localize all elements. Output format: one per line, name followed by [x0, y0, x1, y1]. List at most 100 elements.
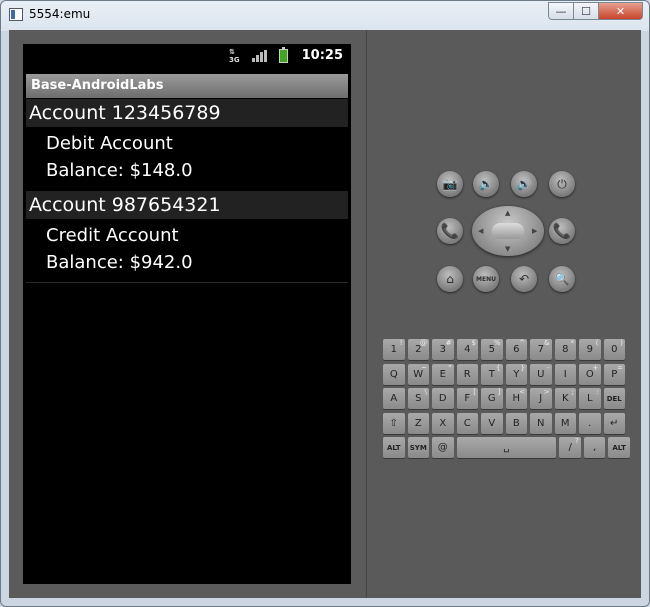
keyboard-key[interactable]: Q [383, 363, 405, 385]
volume-up-button[interactable]: 🔊 [511, 171, 537, 197]
home-button[interactable]: ⌂ [437, 266, 463, 292]
account-type: Credit Account [46, 225, 179, 246]
account-balance: Balance: $148.0 [46, 160, 193, 181]
keyboard-key[interactable]: T{ [481, 363, 503, 385]
account-header[interactable]: Account 123456789 [26, 99, 348, 127]
keyboard-key[interactable]: ␣ [456, 437, 557, 458]
power-button[interactable]: ⏻ [549, 171, 575, 197]
camera-button[interactable]: 📷 [437, 171, 463, 197]
keyboard-key[interactable]: 9( [579, 339, 601, 360]
dpad[interactable]: ▲ ▼ ◀ ▶ [472, 206, 544, 256]
keyboard-key[interactable]: 5% [481, 339, 503, 360]
keyboard-key[interactable]: Y} [505, 363, 527, 385]
dpad-up-arrow-icon: ▲ [505, 209, 511, 217]
keyboard-key[interactable]: DEL [603, 388, 625, 409]
keyboard-key[interactable]: K; [554, 388, 576, 409]
volume-down-button[interactable]: 🔉 [473, 171, 499, 197]
key-alt-label: ^ [519, 339, 525, 347]
keyboard-key[interactable]: ↵ [603, 412, 625, 434]
network-activity-icon: ⇅ [229, 48, 235, 56]
home-icon: ⌂ [446, 272, 454, 286]
maximize-button[interactable]: ☐ [574, 2, 599, 20]
key-alt-label: - [546, 363, 550, 372]
keyboard-key[interactable]: L: [579, 388, 601, 409]
status-clock: 10:25 [301, 48, 343, 63]
keyboard-key[interactable]: U- [530, 363, 552, 385]
keyboard-key[interactable]: E " [432, 363, 454, 385]
list-divider [26, 282, 348, 283]
keyboard-key[interactable]: M [554, 412, 576, 434]
keyboard-key[interactable]: D [432, 388, 454, 409]
key-alt-label: < [519, 388, 525, 396]
keyboard-key[interactable]: I [554, 363, 576, 385]
keyboard-key[interactable]: A [383, 388, 405, 409]
keyboard-key[interactable]: . [579, 412, 601, 434]
keyboard-key[interactable]: 8 * [554, 339, 576, 360]
menu-button[interactable]: MENU [473, 266, 499, 292]
keyboard-key[interactable]: W ~ [407, 363, 429, 385]
key-alt-label: } [520, 363, 525, 372]
keyboard-key[interactable]: 0) [603, 339, 625, 360]
app-icon [9, 8, 23, 21]
keyboard-key[interactable]: J > [530, 388, 552, 409]
key-alt-label: $ [471, 339, 476, 347]
dpad-center-button[interactable] [492, 223, 524, 239]
keyboard-key[interactable]: F[ [456, 388, 478, 409]
key-label: @ [437, 442, 448, 453]
key-alt-label: > [543, 388, 550, 396]
end-call-button[interactable]: 📞 [549, 218, 575, 244]
key-alt-label: { [496, 363, 501, 372]
keyboard-key[interactable]: ALT [608, 437, 630, 458]
device-screen[interactable]: ⇅ 3G 10:25 Base-AndroidLabs Account 1234… [23, 44, 351, 584]
keyboard-key[interactable]: ALT [383, 437, 405, 458]
key-alt-label: # [445, 339, 452, 347]
keyboard-key[interactable]: ⇧ [383, 412, 405, 434]
keyboard-key[interactable]: , [583, 437, 606, 458]
keyboard-key[interactable]: N [530, 412, 552, 434]
call-button[interactable]: 📞 [437, 218, 463, 244]
account-header[interactable]: Account 987654321 [26, 191, 348, 219]
key-label: B [512, 417, 520, 429]
phone-icon: 📞 [440, 222, 460, 240]
keyboard-key[interactable]: O + [579, 363, 601, 385]
keyboard-key[interactable]: 1! [383, 339, 405, 360]
keyboard-key[interactable]: C [456, 412, 478, 434]
keyboard-key[interactable]: V [481, 412, 503, 434]
dpad-right-arrow-icon: ▶ [532, 227, 538, 235]
key-alt-label: ~ [421, 363, 427, 372]
keyboard-key[interactable]: SYM [407, 437, 429, 458]
key-label: U [537, 368, 545, 380]
hardware-keyboard: 1! 2 @3 #4 $5% 6 ^ 7 & 8 * 9(0) Q W ~ E " R T{Y} U - I O + P = A S \… [383, 339, 630, 459]
keyboard-key[interactable]: @ [432, 437, 454, 458]
keyboard-key[interactable]: 3 # [432, 339, 454, 360]
key-alt-label: ; [571, 388, 574, 396]
keyboard-key[interactable]: 7 & [530, 339, 552, 360]
minimize-button[interactable]: — [548, 2, 574, 20]
app-title-bar: Base-AndroidLabs [26, 74, 348, 98]
keyboard-key[interactable]: P = [603, 363, 625, 385]
key-label: ↵ [610, 417, 619, 429]
key-label: 0 [611, 344, 618, 355]
back-button[interactable]: ↶ [511, 266, 537, 292]
keyboard-key[interactable]: X [432, 412, 454, 434]
keyboard-key[interactable]: G] [481, 388, 503, 409]
keyboard-key[interactable]: 6 ^ [505, 339, 527, 360]
keyboard-key[interactable]: H < [505, 388, 527, 409]
device-frame: ⇅ 3G 10:25 Base-AndroidLabs Account 1234… [9, 30, 366, 598]
close-button[interactable]: ✕ [599, 2, 643, 20]
key-alt-label: : [596, 388, 599, 396]
key-alt-label: [ [473, 388, 476, 396]
keyboard-key[interactable]: 2 @ [407, 339, 429, 360]
keyboard-key[interactable]: 4 $ [456, 339, 478, 360]
key-label: SYM [409, 443, 427, 452]
keyboard-key[interactable]: Z [407, 412, 429, 434]
search-button[interactable]: 🔍 [549, 266, 575, 292]
key-label: E [439, 368, 446, 380]
keyboard-key[interactable]: /? [559, 437, 581, 458]
title-bar[interactable]: 5554:emu — ☐ ✕ [1, 1, 649, 29]
keyboard-key[interactable]: B [505, 412, 527, 434]
keyboard-key[interactable]: R [456, 363, 478, 385]
volume-up-icon: 🔊 [516, 177, 532, 191]
keyboard-key[interactable]: S \ [407, 388, 429, 409]
dpad-left-arrow-icon: ◀ [478, 227, 484, 235]
